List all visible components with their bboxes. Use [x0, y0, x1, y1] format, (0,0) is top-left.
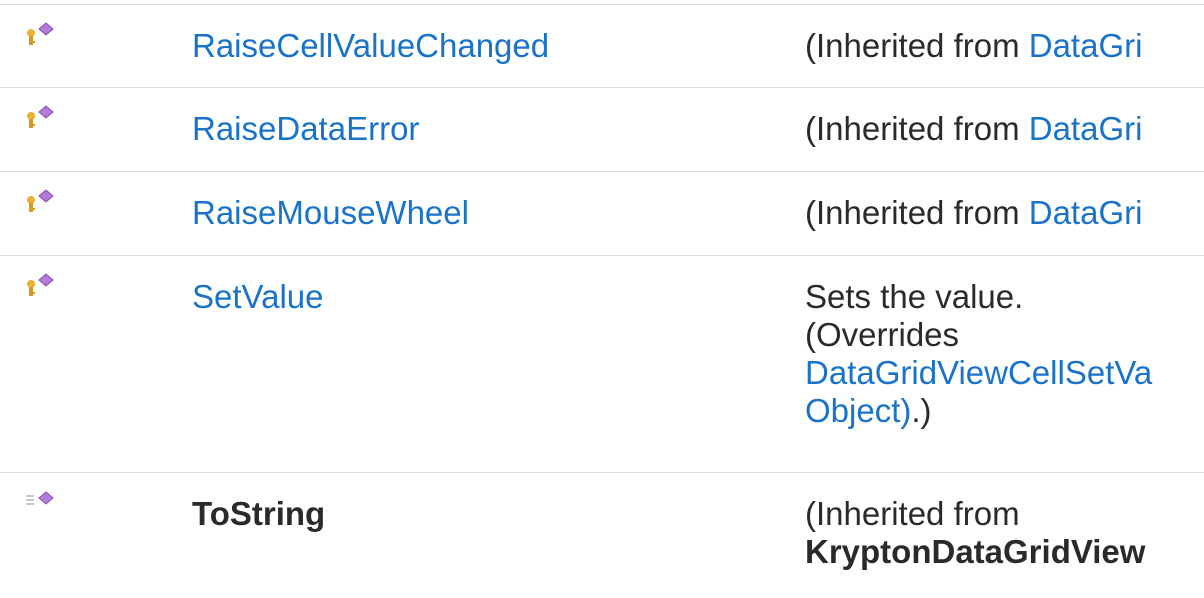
member-description: (Inherited from DataGri [805, 110, 1142, 148]
table-row: ToString (Inherited from KryptonDataGrid… [0, 473, 1204, 598]
member-name-link[interactable]: RaiseMouseWheel [192, 194, 469, 232]
protected-method-icon [22, 21, 62, 51]
member-description: (Inherited from KryptonDataGridView [805, 495, 1145, 571]
overrides-text: (Overrides [805, 316, 960, 353]
overrides-link-continued[interactable]: Object) [805, 392, 911, 429]
public-method-icon [22, 489, 62, 519]
member-name-link[interactable]: SetValue [192, 278, 323, 316]
inherited-text: (Inherited from [805, 194, 1029, 231]
member-description: (Inherited from DataGri [805, 194, 1142, 232]
table-row: RaiseCellValueChanged (Inherited from Da… [0, 5, 1204, 88]
member-description: (Inherited from DataGri [805, 27, 1142, 65]
protected-method-icon [22, 272, 62, 302]
inherited-text: (Inherited from [805, 495, 1020, 532]
table-row: RaiseDataError (Inherited from DataGri [0, 88, 1204, 172]
overrides-link[interactable]: DataGridViewCellSetVa [805, 354, 1152, 391]
table-row: SetValue Sets the value. (Overrides Data… [0, 256, 1204, 473]
protected-method-icon [22, 104, 62, 134]
inherited-text: (Inherited from [805, 110, 1029, 147]
members-table: RaiseCellValueChanged (Inherited from Da… [0, 0, 1204, 598]
member-description: Sets the value. (Overrides DataGridViewC… [805, 278, 1152, 430]
protected-method-icon [22, 188, 62, 218]
inherited-text: (Inherited from [805, 27, 1029, 64]
inherited-from-name: KryptonDataGridView [805, 533, 1146, 570]
member-name: ToString [192, 495, 326, 532]
inherited-from-link[interactable]: DataGri [1029, 194, 1143, 231]
inherited-from-link[interactable]: DataGri [1029, 27, 1143, 64]
table-row: RaiseMouseWheel (Inherited from DataGri [0, 172, 1204, 256]
summary-text: Sets the value. [805, 278, 1024, 315]
inherited-from-link[interactable]: DataGri [1029, 110, 1143, 147]
member-name-link[interactable]: RaiseDataError [192, 110, 419, 148]
overrides-suffix: .) [911, 392, 932, 429]
member-name-link[interactable]: RaiseCellValueChanged [192, 27, 549, 65]
